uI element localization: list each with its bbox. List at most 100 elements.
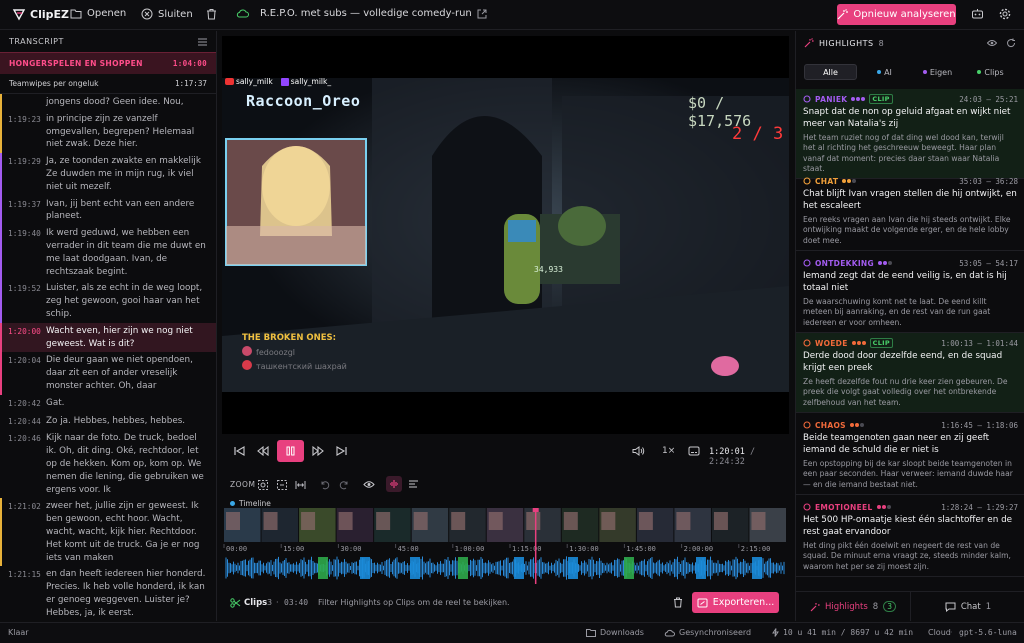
skip-start-icon[interactable] xyxy=(234,446,245,456)
youtube-handle: sally_milk xyxy=(236,77,273,86)
highlight-segment[interactable] xyxy=(514,557,524,579)
transcript-row[interactable]: 1:20:00 Wacht even, hier zijn we nog niet… xyxy=(0,322,216,353)
intensity-dots xyxy=(842,179,857,183)
intensity-dot xyxy=(876,505,881,509)
transcript-row[interactable]: 1:19:40 Ik werd geduwd, we hebben een ver… xyxy=(0,225,216,281)
highlight-card[interactable]: ONTDEKKING 53:05 — 54:17 Iemand zegt dat d… xyxy=(796,253,1024,333)
filter-tab-alle[interactable]: Alle xyxy=(804,64,857,80)
filter-tab-ai[interactable]: AI xyxy=(859,64,910,80)
export-button[interactable]: Exporteren... xyxy=(692,592,779,613)
transcript-row[interactable]: 1:19:23 in principe zijn ze vanzelf omgev… xyxy=(0,110,216,154)
undo-icon[interactable] xyxy=(320,480,330,490)
intensity-dots xyxy=(851,341,866,345)
highlight-category-row: CHAT 35:03 — 36:28 xyxy=(803,175,1018,187)
clips-label: Clips xyxy=(244,598,268,608)
transcript-panel: TRANSCRIPT HONGERSPELEN EN SHOPPEN 1:04:… xyxy=(0,31,217,621)
highlight-time-range: 24:03 — 25:21 xyxy=(959,94,1018,104)
zoom-out-icon[interactable] xyxy=(277,480,287,490)
chapter-header[interactable]: HONGERSPELEN EN SHOPPEN 1:04:00 xyxy=(0,52,216,74)
trash-icon[interactable] xyxy=(673,597,683,608)
highlight-card[interactable]: CHAT 35:03 — 36:28 Chat blijft Ivan vragen… xyxy=(796,171,1024,251)
highlight-category-row: CHAOS 1:16:45 — 1:18:06 xyxy=(803,419,1018,431)
downloads-button[interactable]: Downloads xyxy=(586,628,644,637)
waveform-toggle[interactable] xyxy=(386,476,402,492)
cloud-icon xyxy=(664,629,675,637)
filter-tab-eigen[interactable]: Eigen xyxy=(912,64,963,80)
zoom-in-icon[interactable] xyxy=(258,480,268,490)
category-icon xyxy=(803,339,811,347)
transcript-row[interactable]: 1:20:46 Kijk naar de foto. De truck, bedo… xyxy=(0,430,216,498)
highlight-card[interactable]: WOEDE CLIP 1:00:13 — 1:01:44 Derde dood doo… xyxy=(796,333,1024,413)
transcript-row[interactable]: 1:20:42 Gat. xyxy=(0,395,216,413)
transcript-text: Kijk naar de foto. De truck, bedoel ik. … xyxy=(46,433,204,495)
transcript-row[interactable]: jongens dood? Geen idee. Nou, xyxy=(0,94,216,111)
highlight-card[interactable]: PANIEK CLIP 24:03 — 25:21 Snapt dat de non … xyxy=(796,89,1024,180)
intensity-dot xyxy=(887,261,892,265)
robot-button[interactable] xyxy=(971,8,984,20)
video-player[interactable]: sally_milk sally_milk_ Raccoon_Oreo $0 /… xyxy=(222,36,789,434)
highlight-segment[interactable] xyxy=(410,557,420,579)
close-button[interactable]: Sluiten xyxy=(141,8,193,20)
timeline[interactable]: Timeline 00:00 15:00 30:00 45:00 1:00:00 1:15… xyxy=(222,497,789,585)
transcript-timestamp: 1:20:42 xyxy=(8,398,41,408)
tab-chat[interactable]: Chat 1 xyxy=(910,592,1024,621)
lightning-icon xyxy=(772,628,779,637)
refresh-icon[interactable] xyxy=(1006,38,1016,48)
transcript-row[interactable]: 1:19:52 Luister, als ze echt in de weg lo… xyxy=(0,280,216,324)
fit-width-icon[interactable] xyxy=(295,480,306,490)
skip-end-icon[interactable] xyxy=(336,446,347,456)
redo-icon[interactable] xyxy=(339,480,349,490)
highlight-segment[interactable] xyxy=(624,557,634,579)
timeline-tick-label: 15:00 xyxy=(283,545,304,553)
thumbnail-facecam xyxy=(713,512,728,530)
transcript-row[interactable]: 1:20:44 Zo ja. Hebbes, hebbes, hebbes. xyxy=(0,413,216,431)
twitch-handle: sally_milk_ xyxy=(290,77,332,86)
transcript-row[interactable]: 1:20:04 Die deur gaan we niet opendoen, d… xyxy=(0,352,216,396)
intensity-dot xyxy=(882,261,887,265)
filter-tab-clips[interactable]: Clips xyxy=(965,64,1016,80)
transcript-row[interactable]: 1:21:02 zweer het, jullie zijn er geweest… xyxy=(0,498,216,567)
playhead-handle[interactable] xyxy=(532,508,539,512)
open-button[interactable]: Openen xyxy=(70,8,126,19)
highlight-title: Beide teamgenoten gaan neer en zij geeft… xyxy=(803,433,990,455)
transcript-row[interactable]: 1:19:29 Ja, ze toonden zwakte en makkelij… xyxy=(0,153,216,196)
intensity-dot xyxy=(851,341,856,345)
highlight-segment[interactable] xyxy=(360,557,370,579)
caption-track-icon[interactable] xyxy=(408,480,419,489)
volume-icon[interactable] xyxy=(632,446,645,456)
menu-lines-icon[interactable] xyxy=(198,38,207,46)
subtitles-icon[interactable] xyxy=(688,446,700,456)
filter-dot-icon xyxy=(877,70,882,74)
highlight-segment[interactable] xyxy=(752,557,762,579)
intensity-dot xyxy=(852,179,857,183)
transcript-row[interactable]: 1:21:15 en dan heeft iedereen hier honder… xyxy=(0,566,216,621)
highlight-card[interactable]: EMOTIONEEL 1:28:24 — 1:29:27 Het 500 HP-om… xyxy=(796,497,1024,577)
settings-button[interactable] xyxy=(999,8,1011,20)
eye-icon[interactable] xyxy=(363,480,375,489)
export-label: Exporteren... xyxy=(712,597,775,608)
rewind-icon[interactable] xyxy=(257,446,269,456)
eye-icon[interactable] xyxy=(987,39,997,47)
tab-highlights[interactable]: Highlights 8 3 xyxy=(796,592,910,621)
fast-forward-icon[interactable] xyxy=(312,446,324,456)
highlight-card[interactable]: CHAOS 1:16:45 — 1:18:06 Beide teamgenoten … xyxy=(796,415,1024,495)
transcript-timestamp: 1:19:40 xyxy=(8,229,41,239)
pause-button[interactable] xyxy=(277,440,304,462)
delete-project-button[interactable] xyxy=(206,8,217,20)
reanalyze-button[interactable]: Opnieuw analyseren xyxy=(837,4,956,25)
highlight-segment[interactable] xyxy=(318,557,328,579)
app-name: ClipEZ xyxy=(30,7,69,21)
transcript-row[interactable]: 1:19:37 Ivan, jij bent echt van een ander… xyxy=(0,195,216,226)
transcript-timestamp: 1:19:29 xyxy=(8,157,41,167)
timeline-canvas[interactable]: 00:00 15:00 30:00 45:00 1:00:00 1:15:00 1:30:0… xyxy=(222,508,789,586)
subchapter-header[interactable]: Teamwipes per ongeluk 1:17:37 xyxy=(0,74,216,94)
timeline-tick-label: 2:15:00 xyxy=(741,545,771,553)
timeline-tick-label: 30:00 xyxy=(340,545,361,553)
highlight-segment[interactable] xyxy=(696,557,706,579)
highlight-segment[interactable] xyxy=(568,557,578,579)
thumbnail-facecam xyxy=(338,512,353,530)
highlight-segment[interactable] xyxy=(458,557,468,579)
external-link-icon[interactable] xyxy=(477,9,487,19)
transcript-timestamp: 1:19:37 xyxy=(8,199,41,209)
playback-speed[interactable]: 1× xyxy=(662,446,675,456)
